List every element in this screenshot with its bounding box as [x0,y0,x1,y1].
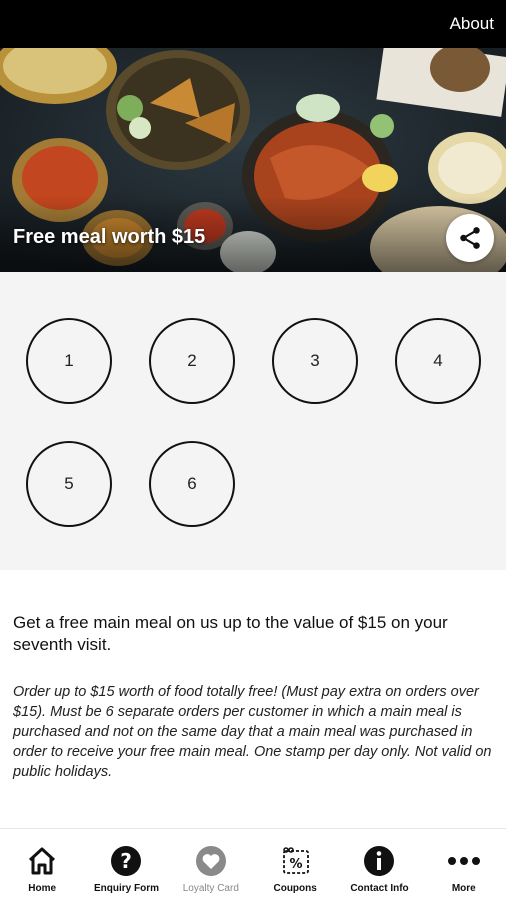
about-link[interactable]: About [450,14,494,34]
nav-label: Enquiry Form [93,883,159,894]
stamp-5: 5 [26,441,112,527]
nav-label: Coupons [273,883,317,894]
stamp-2: 2 [149,318,235,404]
question-icon: ? [108,843,144,879]
nav-label: Loyalty Card [182,883,239,894]
info-icon [361,843,397,879]
nav-loyalty-card[interactable]: Loyalty Card [169,829,253,900]
nav-label: More [451,883,476,894]
nav-coupons[interactable]: % Coupons [253,829,337,900]
share-button[interactable] [446,214,494,262]
nav-enquiry-form[interactable]: ? Enquiry Form [84,829,168,900]
nav-label: Home [28,883,57,894]
nav-contact-info[interactable]: Contact Info [337,829,421,900]
stamp-1: 1 [26,318,112,404]
stamp-6: 6 [149,441,235,527]
svg-text:%: % [290,857,303,872]
nav-label: Contact Info [350,883,409,894]
offer-description: Get a free main meal on us up to the val… [13,613,448,654]
home-icon [24,843,60,879]
top-bar: About [0,0,506,48]
stamp-grid: 1 2 3 4 5 6 [0,272,506,570]
coupon-icon: % [277,843,313,879]
nav-more[interactable]: More [422,829,506,900]
heart-icon [193,843,229,879]
offer-terms: Order up to $15 worth of food totally fr… [13,684,492,780]
bottom-nav: Home ? Enquiry Form Loyalty Card % Coupo… [0,828,506,900]
stamp-4: 4 [395,318,481,404]
more-icon [446,843,482,879]
nav-home[interactable]: Home [0,829,84,900]
offer-title: Free meal worth $15 [13,226,206,248]
share-icon [460,227,480,249]
stamp-3: 3 [272,318,358,404]
svg-text:?: ? [121,849,133,873]
